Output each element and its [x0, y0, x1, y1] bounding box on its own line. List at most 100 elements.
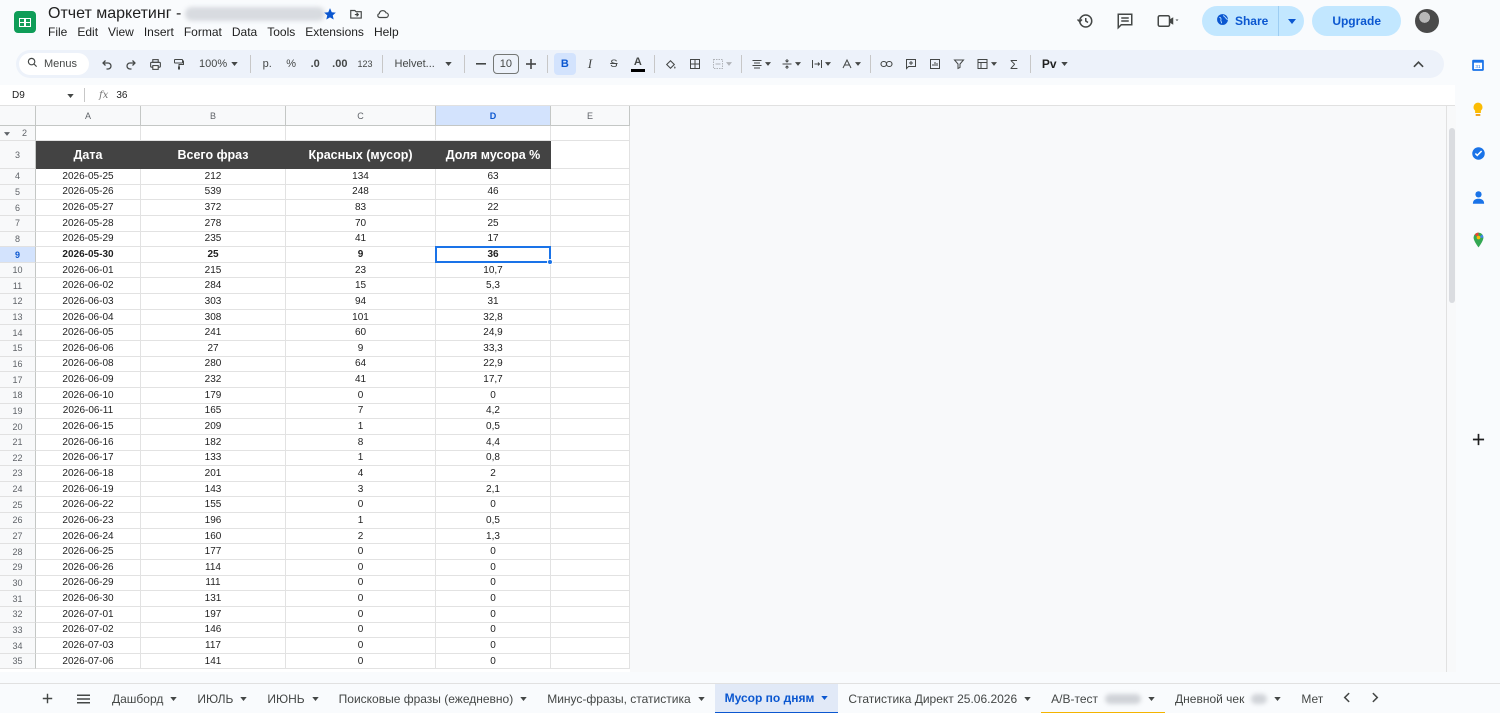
redo-icon[interactable]	[121, 53, 141, 75]
table-cell[interactable]: 215	[141, 262, 286, 279]
upgrade-button[interactable]: Upgrade	[1312, 6, 1401, 36]
table-cell[interactable]: 2026-06-22	[36, 497, 141, 514]
table-cell[interactable]: 2026-06-11	[36, 403, 141, 420]
scrollbar-thumb[interactable]	[1449, 128, 1455, 303]
table-cell[interactable]: 2026-05-25	[36, 169, 141, 185]
table-cell[interactable]: 4,4	[436, 434, 551, 451]
sheet-tab-menu-icon[interactable]	[697, 694, 705, 703]
table-cell[interactable]: 235	[141, 231, 286, 248]
row-header-25[interactable]: 25	[0, 497, 36, 514]
row-header-34[interactable]: 34	[0, 638, 36, 654]
table-cell[interactable]: 10,7	[436, 262, 551, 279]
row-header-30[interactable]: 30	[0, 575, 36, 592]
table-cell[interactable]: 1	[286, 513, 436, 529]
table-cell[interactable]: 0	[286, 560, 436, 576]
row-header-20[interactable]: 20	[0, 419, 36, 435]
increase-decimal-button[interactable]: .00	[329, 53, 350, 75]
table-cell[interactable]: 0,8	[436, 450, 551, 467]
sheet-tab-menu-icon[interactable]	[170, 694, 178, 703]
table-cell[interactable]: 2026-05-30	[36, 247, 141, 263]
menu-data[interactable]: Data	[232, 25, 257, 39]
row-header-22[interactable]: 22	[0, 450, 36, 467]
table-cell[interactable]: 63	[436, 169, 551, 185]
table-cell[interactable]: 2026-06-15	[36, 419, 141, 435]
row-header-2[interactable]: 2	[0, 126, 36, 141]
empty-cell[interactable]	[551, 309, 630, 326]
table-cell[interactable]: 177	[141, 544, 286, 560]
sheet-tab[interactable]: Минус-фразы, статистика	[537, 684, 714, 713]
percent-format-button[interactable]: %	[281, 53, 301, 75]
row-header-15[interactable]: 15	[0, 341, 36, 357]
contacts-icon[interactable]	[1470, 189, 1486, 205]
keep-icon[interactable]	[1470, 101, 1486, 117]
cloud-status-icon[interactable]	[374, 6, 390, 22]
share-button[interactable]: Share	[1202, 6, 1278, 36]
tasks-icon[interactable]	[1470, 145, 1486, 161]
table-cell[interactable]: 2026-07-01	[36, 606, 141, 623]
row-header-8[interactable]: 8	[0, 231, 36, 248]
table-cell[interactable]: 2026-06-16	[36, 434, 141, 451]
row-header-27[interactable]: 27	[0, 528, 36, 545]
table-cell[interactable]: 182	[141, 434, 286, 451]
table-cell[interactable]: 17,7	[436, 372, 551, 388]
undo-icon[interactable]	[97, 53, 117, 75]
table-cell[interactable]: 0	[436, 606, 551, 623]
scroll-tabs-left-icon[interactable]	[1343, 692, 1350, 706]
sheet-tab[interactable]: Дашборд	[102, 684, 187, 713]
strikethrough-button[interactable]: S	[604, 53, 624, 75]
menu-help[interactable]: Help	[374, 25, 399, 39]
maps-icon[interactable]	[1470, 232, 1486, 248]
table-cell[interactable]: 0	[436, 638, 551, 654]
text-color-button[interactable]: A	[628, 53, 648, 75]
menu-file[interactable]: File	[48, 25, 67, 39]
table-cell[interactable]: 179	[141, 387, 286, 404]
version-history-icon[interactable]	[1068, 5, 1102, 37]
empty-cell[interactable]	[551, 497, 630, 514]
table-cell[interactable]: 2026-06-19	[36, 481, 141, 498]
zoom-select[interactable]: 100%	[193, 53, 244, 75]
table-cell[interactable]: 0	[436, 622, 551, 639]
collapse-toolbar-icon[interactable]	[1408, 53, 1428, 75]
table-cell[interactable]: 146	[141, 622, 286, 639]
empty-cell[interactable]	[551, 141, 630, 169]
table-cell[interactable]: 197	[141, 606, 286, 623]
sheet-tab[interactable]: Дневной чек	[1165, 684, 1291, 713]
empty-cell[interactable]	[551, 169, 630, 185]
empty-cell[interactable]	[551, 247, 630, 263]
table-cell[interactable]: 284	[141, 278, 286, 295]
table-cell[interactable]: 31	[436, 294, 551, 310]
row-header-29[interactable]: 29	[0, 560, 36, 576]
collapse-rows-icon[interactable]	[4, 128, 10, 138]
table-cell[interactable]: 196	[141, 513, 286, 529]
insert-chart-icon[interactable]	[925, 53, 945, 75]
table-cell[interactable]: 117	[141, 638, 286, 654]
filter-icon[interactable]	[949, 53, 969, 75]
table-cell[interactable]: 0	[286, 387, 436, 404]
table-cell[interactable]: 0	[436, 560, 551, 576]
empty-cell[interactable]	[551, 622, 630, 639]
table-cell[interactable]: 2026-06-02	[36, 278, 141, 295]
table-cell[interactable]: 2026-06-30	[36, 591, 141, 607]
table-cell[interactable]: 0	[286, 622, 436, 639]
comments-icon[interactable]	[1108, 5, 1142, 37]
table-cell[interactable]: 143	[141, 481, 286, 498]
table-cell[interactable]: 41	[286, 231, 436, 248]
empty-cell[interactable]	[551, 200, 630, 216]
row-header-19[interactable]: 19	[0, 403, 36, 420]
table-cell[interactable]: 2026-05-27	[36, 200, 141, 216]
table-cell[interactable]: 3	[286, 481, 436, 498]
meet-icon[interactable]	[1148, 5, 1188, 37]
column-header-b[interactable]: B	[141, 106, 286, 126]
row-header-28[interactable]: 28	[0, 544, 36, 560]
table-cell[interactable]: 165	[141, 403, 286, 420]
table-cell[interactable]: 2,1	[436, 481, 551, 498]
table-cell[interactable]: 2026-06-29	[36, 575, 141, 592]
table-cell[interactable]: 212	[141, 169, 286, 185]
table-cell[interactable]: 23	[286, 262, 436, 279]
table-cell[interactable]: 141	[141, 653, 286, 670]
table-cell[interactable]: 60	[286, 325, 436, 342]
empty-cell[interactable]	[551, 403, 630, 420]
table-cell[interactable]: 0	[436, 591, 551, 607]
empty-cell[interactable]	[141, 126, 286, 141]
calendar-icon[interactable]: 31	[1470, 57, 1486, 73]
